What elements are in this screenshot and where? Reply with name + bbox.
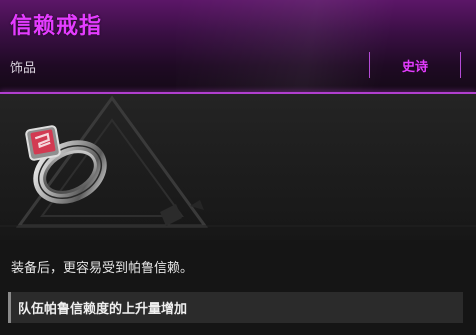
item-header: 信赖戒指 饰品 史诗	[0, 0, 476, 94]
item-category: 饰品	[10, 61, 37, 76]
item-effect-text: 队伍帕鲁信赖度的上升量增加	[18, 302, 188, 317]
item-name: 信赖戒指	[10, 14, 103, 39]
item-detail-card: 信赖戒指 饰品 史诗 装备后，更容易受到帕鲁信赖。 队伍帕鲁信赖度的上升量增加	[0, 0, 476, 335]
item-effect-box: 队伍帕鲁信赖度的上升量增加	[8, 292, 463, 323]
item-art-area	[0, 94, 476, 240]
rarity-label: 史诗	[401, 59, 428, 75]
ring-icon	[25, 125, 107, 204]
rarity-badge: 史诗	[369, 52, 461, 78]
item-description: 装备后，更容易受到帕鲁信赖。	[11, 261, 194, 276]
header-sheen	[176, 0, 476, 94]
